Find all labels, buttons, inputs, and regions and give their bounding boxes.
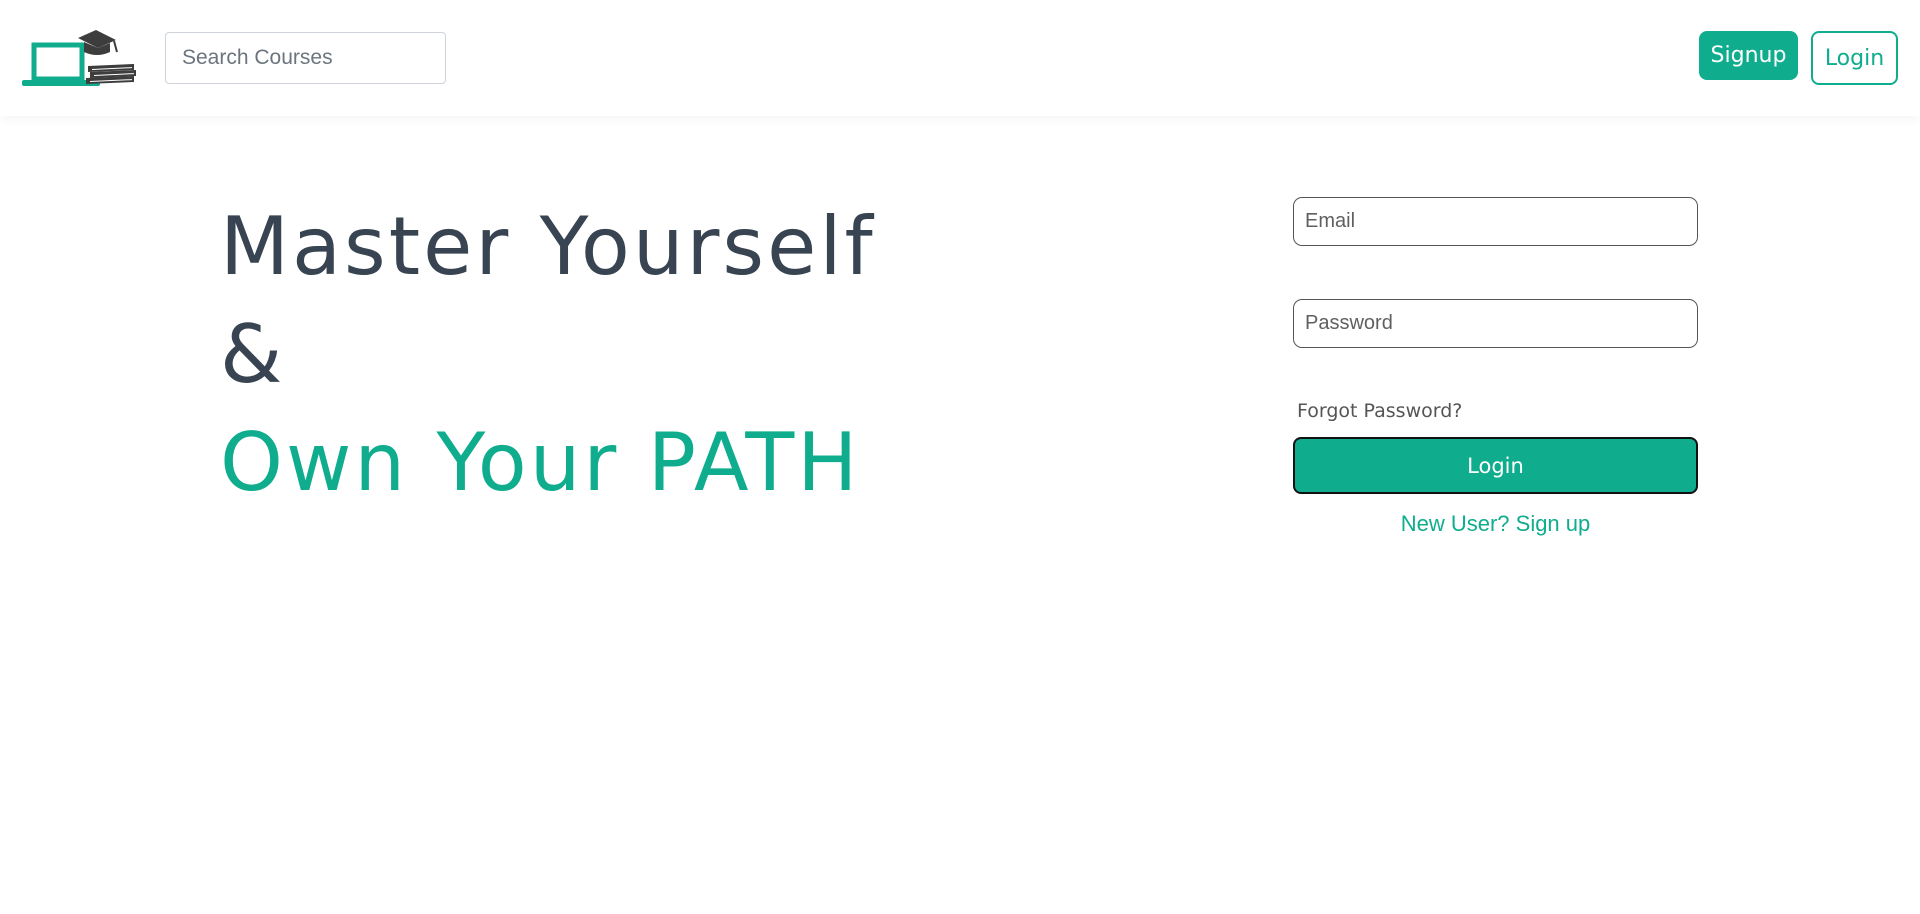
search-courses-input[interactable] [165,32,446,84]
email-field[interactable] [1293,197,1698,246]
new-user-signup-link[interactable]: New User? Sign up [1293,511,1698,537]
login-submit-button[interactable]: Login [1293,437,1698,494]
login-nav-button[interactable]: Login [1811,31,1898,85]
hero-line-3: Own Your PATH [220,416,861,509]
hero-heading: Master Yourself & Own Your PATH [220,193,876,517]
forgot-password-link[interactable]: Forgot Password? [1297,399,1698,423]
navbar: Signup Login [0,0,1920,116]
logo-icon [22,30,136,86]
signup-button[interactable]: Signup [1699,31,1798,80]
hero-line-2: & [220,308,286,401]
hero-line-1: Master Yourself [220,200,876,293]
password-field[interactable] [1293,299,1698,348]
login-form: Forgot Password? Login New User? Sign up [1293,197,1698,537]
books-icon [86,64,136,84]
